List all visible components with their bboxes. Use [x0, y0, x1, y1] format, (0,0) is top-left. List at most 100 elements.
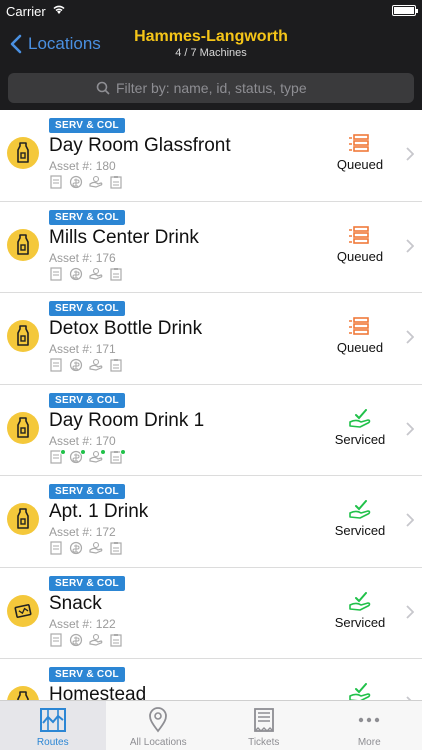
wifi-icon [52, 3, 66, 18]
chevron-right-icon [406, 513, 414, 527]
list-item[interactable]: SERV & COL Snack Asset #: 122 Serviced [0, 567, 422, 659]
tab-all-locations-label: All Locations [129, 737, 187, 748]
machine-name: Mills Center Drink [49, 226, 199, 248]
map-icon [39, 708, 66, 732]
tab-more[interactable]: More [317, 701, 422, 750]
queued-icon [349, 134, 369, 152]
coin-mini-icon [69, 175, 83, 189]
tab-tickets-label: Tickets [248, 737, 280, 748]
chevron-right-icon [406, 330, 414, 344]
search-field[interactable] [8, 73, 414, 103]
page-title: Hammes-Langworth [134, 28, 288, 45]
tab-more-label: More [357, 737, 381, 748]
status-label: Serviced [334, 614, 386, 630]
status-indicator: Queued [330, 317, 390, 357]
battery-icon [392, 5, 418, 16]
snack-icon [14, 603, 32, 618]
receipt-mini-icon [49, 448, 66, 464]
tab-all-locations[interactable]: All Locations [106, 701, 212, 750]
service-tag: SERV & COL [49, 118, 125, 133]
service-icons [49, 266, 123, 281]
machine-name: Homestead [49, 684, 147, 700]
service-icons [49, 448, 126, 464]
coin-mini-icon [69, 448, 86, 464]
hand-mini-icon [89, 175, 103, 189]
navigation-bar: Locations Hammes-Langworth 4 / 7 Machine… [0, 22, 422, 66]
list-item[interactable]: SERV & COL Apt. 1 Drink Asset #: 172 Servic… [0, 476, 422, 568]
service-tag: SERV & COL [49, 484, 125, 499]
machine-name: Day Room Glassfront [49, 135, 231, 156]
tab-tickets[interactable]: Tickets [211, 701, 317, 750]
bottle-icon [17, 416, 29, 438]
serviced-icon [349, 591, 371, 611]
service-tag: SERV & COL [49, 301, 125, 316]
bottle-icon [17, 691, 29, 700]
status-label: Queued [336, 248, 384, 264]
receipt-mini-icon [49, 175, 63, 189]
service-tag: SERV & COL [49, 392, 125, 408]
clipboard-mini-icon [109, 267, 123, 281]
bottle-icon [17, 233, 29, 255]
list-item[interactable]: SERV & COL Day Room Glassfront Asset #: 18… [0, 110, 422, 202]
status-bar: Carrier [0, 0, 422, 22]
machine-type-avatar [7, 594, 39, 627]
receipt-mini-icon [49, 541, 63, 555]
tab-routes[interactable]: Routes [0, 701, 106, 750]
status-indicator: Queued [330, 225, 390, 266]
coin-mini-icon [69, 541, 83, 555]
search-icon [96, 81, 110, 95]
clipboard-mini-icon [109, 175, 123, 189]
status-label: Queued [336, 340, 384, 355]
status-indicator [330, 683, 390, 700]
status-label: Serviced [334, 431, 386, 447]
list-item[interactable]: SERV & COL Day Room Drink 1 Asset #: 170 Se… [0, 384, 422, 476]
clipboard-mini-icon [109, 633, 123, 647]
carrier-label: Carrier [6, 4, 46, 19]
machine-type-avatar [7, 320, 39, 352]
asset-number: Asset #: 170 [49, 433, 116, 448]
list-item[interactable]: SERV & COL Mills Center Drink Asset #: 176… [0, 201, 422, 293]
serviced-icon [349, 500, 371, 519]
receipt-mini-icon [49, 358, 63, 372]
asset-number: Asset #: 122 [49, 616, 116, 631]
hand-mini-icon [89, 448, 106, 464]
service-icons [49, 358, 123, 372]
service-icons [49, 175, 123, 189]
serviced-icon [349, 408, 371, 428]
status-indicator: Serviced [330, 408, 390, 449]
service-tag: SERV & COL [49, 575, 125, 591]
hand-mini-icon [89, 267, 103, 281]
chevron-right-icon [406, 604, 414, 619]
service-tag: SERV & COL [49, 667, 125, 682]
machine-type-avatar [7, 686, 39, 700]
ticket-icon [253, 708, 274, 732]
machine-type-avatar [7, 411, 39, 444]
list-item[interactable]: SERV & COL Detox Bottle Drink Asset #: 171… [0, 293, 422, 385]
machine-type-avatar [7, 503, 39, 535]
queued-icon [349, 317, 369, 335]
status-indicator: Serviced [330, 500, 390, 540]
machine-list[interactable]: SERV & COL Day Room Glassfront Asset #: 18… [0, 110, 422, 700]
status-indicator: Queued [330, 134, 390, 174]
bottle-icon [17, 508, 29, 529]
bottle-icon [17, 325, 29, 346]
asset-number: Asset #: 180 [49, 159, 116, 173]
tab-routes-label: Routes [36, 737, 69, 748]
hand-mini-icon [89, 633, 103, 647]
bottle-icon [17, 142, 29, 163]
search-input[interactable] [116, 80, 326, 96]
queued-icon [349, 225, 369, 244]
asset-number: Asset #: 176 [49, 250, 116, 265]
machine-count: 4 / 7 Machines [175, 47, 247, 59]
chevron-right-icon [406, 421, 414, 436]
hand-mini-icon [89, 358, 103, 372]
machine-type-avatar [7, 137, 39, 169]
status-label: Serviced [334, 523, 386, 538]
chevron-right-icon [406, 147, 414, 161]
tab-bar: Routes All Locations Tickets More [0, 700, 422, 750]
coin-mini-icon [69, 267, 83, 281]
clipboard-mini-icon [109, 358, 123, 372]
list-item[interactable]: SERV & COL Homestead [0, 659, 422, 700]
coin-mini-icon [69, 633, 83, 647]
clipboard-mini-icon [109, 448, 126, 464]
